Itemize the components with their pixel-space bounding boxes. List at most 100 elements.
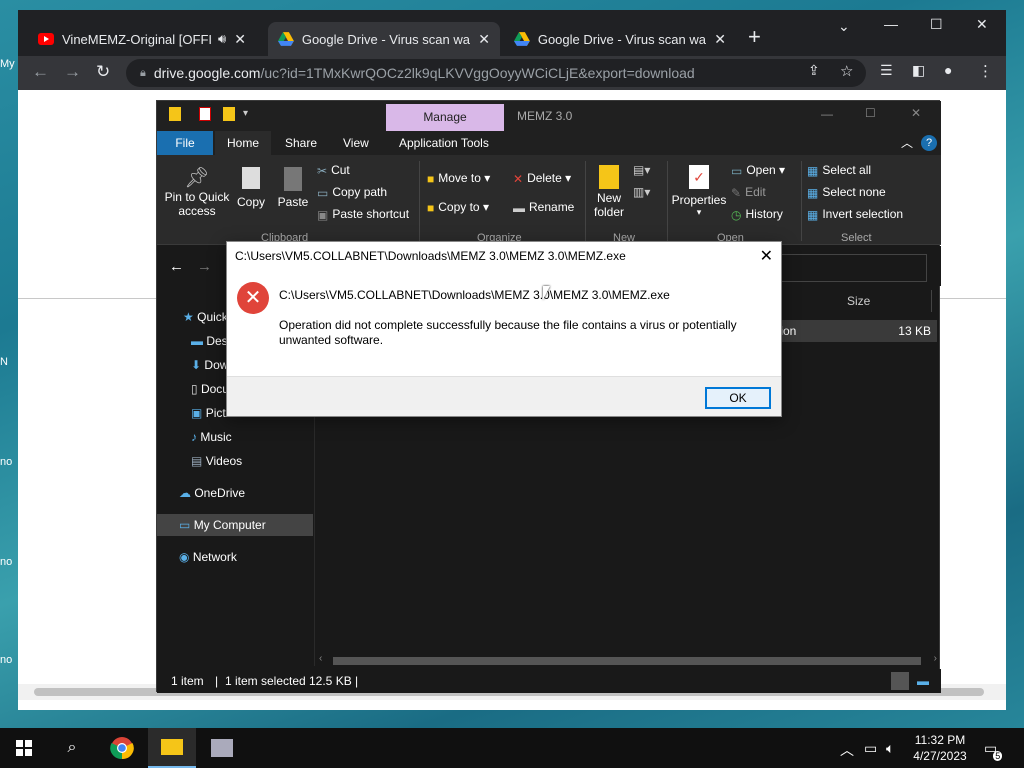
select-none-button[interactable]: ▦ Select none <box>807 185 886 200</box>
taskbar-file-explorer[interactable] <box>148 728 196 768</box>
paste-shortcut-button[interactable]: ▣ Paste shortcut <box>317 207 409 222</box>
media-icon[interactable]: ☰ <box>880 62 893 79</box>
tab-search-icon[interactable]: ⌄ <box>838 18 850 35</box>
reload-icon[interactable]: ↻ <box>96 62 110 82</box>
desktop-icon-label[interactable]: no <box>0 654 20 666</box>
close-window-icon[interactable]: ✕ <box>976 16 988 33</box>
close-window-icon[interactable]: ✕ <box>911 106 921 120</box>
new-folder-icon[interactable] <box>223 107 235 121</box>
close-icon[interactable]: ✕ <box>234 31 246 48</box>
rename-icon: ▬ <box>513 200 525 215</box>
move-to-button[interactable]: ■ Move to ▾ <box>427 171 490 186</box>
column-header-size[interactable]: Size <box>847 294 870 308</box>
close-icon[interactable]: ✕ <box>714 31 726 48</box>
close-icon[interactable]: ✕ <box>760 246 773 266</box>
divider <box>585 161 586 241</box>
properties-icon[interactable] <box>199 107 211 121</box>
maximize-icon[interactable]: ☐ <box>930 16 943 33</box>
tab-view[interactable]: View <box>331 131 381 155</box>
select-all-button[interactable]: ▦ Select all <box>807 163 871 178</box>
new-tab-button[interactable]: + <box>748 24 761 50</box>
taskbar-app[interactable] <box>198 728 246 768</box>
open-button[interactable]: ▭ Open ▾ <box>731 163 785 178</box>
horizontal-scrollbar[interactable]: ‹ › <box>317 653 939 668</box>
tab-manage[interactable]: Manage <box>386 104 504 131</box>
sidebar-item-onedrive[interactable]: ☁ OneDrive <box>157 482 313 504</box>
collapse-ribbon-icon[interactable]: ︿ <box>901 134 913 151</box>
share-icon[interactable]: ⇪ <box>808 62 820 79</box>
sidebar-item-network[interactable]: ◉ Network <box>157 546 313 568</box>
notifications-icon[interactable]: ▭5 <box>984 740 1006 761</box>
pin-to-quick-access-button[interactable]: 📌︎ Pin to Quick access <box>163 165 231 218</box>
tab-google-drive-active[interactable]: Google Drive - Virus scan warning ✕ <box>268 22 500 56</box>
tab-file[interactable]: File <box>157 131 213 155</box>
forward-icon[interactable]: → <box>197 258 212 275</box>
scrollbar-thumb[interactable] <box>333 657 921 665</box>
button-label: Paste shortcut <box>332 207 410 221</box>
close-icon[interactable]: ✕ <box>478 31 490 48</box>
scroll-right-icon[interactable]: › <box>934 653 937 664</box>
tab-share[interactable]: Share <box>273 131 329 155</box>
copy-path-button[interactable]: ▭ Copy path <box>317 185 387 200</box>
volume-icon[interactable]: 🔈︎ <box>886 740 894 757</box>
taskbar-chrome[interactable] <box>98 728 146 768</box>
google-drive-icon <box>514 32 530 46</box>
rename-button[interactable]: ▬ Rename <box>513 200 574 215</box>
edit-button[interactable]: ✎ Edit <box>731 185 766 200</box>
speaker-icon[interactable]: 🔊︎ <box>218 31 226 47</box>
delete-button[interactable]: ✕ Delete ▾ <box>513 171 571 186</box>
minimize-icon[interactable]: — <box>821 107 833 121</box>
sidebar-item-music[interactable]: ♪ Music <box>157 426 313 448</box>
new-item-icon[interactable]: ▤▾ <box>633 163 650 177</box>
bookmark-star-icon[interactable]: ☆ <box>840 62 853 80</box>
new-folder-button[interactable]: New folder <box>591 165 627 219</box>
show-hidden-icons[interactable]: ︿ <box>840 740 854 760</box>
copy-button[interactable]: Copy <box>233 165 269 209</box>
scroll-left-icon[interactable]: ‹ <box>319 653 322 664</box>
easy-access-icon[interactable]: ▥▾ <box>633 185 650 199</box>
sidebar-item-videos[interactable]: ▤ Videos <box>157 450 313 472</box>
side-panel-icon[interactable]: ◧ <box>912 62 925 79</box>
folder-icon[interactable] <box>169 107 181 121</box>
column-divider[interactable] <box>931 290 932 312</box>
lock-icon: 🔒︎ <box>140 66 146 79</box>
search-button[interactable]: ⌕ <box>48 728 96 768</box>
sidebar-item-label: Music <box>200 430 232 444</box>
folder-icon <box>599 165 619 189</box>
tab-youtube[interactable]: VineMEMZ-Original [OFFICIAL 🔊︎ ✕ <box>28 22 256 56</box>
forward-icon[interactable]: → <box>64 62 81 82</box>
profile-icon[interactable]: ● <box>944 62 952 78</box>
paste-button[interactable]: Paste <box>275 165 311 209</box>
tab-google-drive[interactable]: Google Drive - Virus scan warning ✕ <box>504 22 736 56</box>
copy-to-button[interactable]: ■ Copy to ▾ <box>427 200 489 215</box>
clock-date: 4/27/2023 <box>913 749 967 763</box>
invert-selection-button[interactable]: ▦ Invert selection <box>807 207 903 222</box>
clock[interactable]: 11:32 PM 4/27/2023 <box>906 732 974 764</box>
cut-button[interactable]: ✂︎ Cut <box>317 163 350 178</box>
select-none-icon: ▦ <box>807 185 819 200</box>
start-button[interactable] <box>0 728 48 768</box>
maximize-icon[interactable]: ☐ <box>865 106 876 120</box>
ok-button[interactable]: OK <box>705 387 771 409</box>
table-row[interactable]: tion 13 KB <box>765 320 937 342</box>
properties-button[interactable]: ✓ Properties ▾ <box>671 165 727 218</box>
tab-home[interactable]: Home <box>215 131 272 155</box>
address-bar[interactable]: 🔒︎ drive.google.com/uc?id=1TMxKwrQOCz2lk… <box>126 59 866 87</box>
back-icon[interactable]: ← <box>32 62 49 82</box>
large-icons-view-icon[interactable]: ▬ <box>917 669 929 693</box>
sidebar-item-my-computer[interactable]: ▭ My Computer <box>157 514 313 536</box>
qat-dropdown-icon[interactable]: ▾ <box>243 108 248 119</box>
search-box[interactable] <box>777 254 927 282</box>
minimize-icon[interactable]: — <box>884 16 898 32</box>
help-icon[interactable]: ? <box>921 135 937 151</box>
desktop-icon-label[interactable]: no <box>0 556 20 568</box>
desktop-icon-label[interactable]: no <box>0 456 20 468</box>
details-view-icon[interactable] <box>891 672 909 690</box>
back-icon[interactable]: ← <box>169 258 184 275</box>
network-tray-icon[interactable]: ▭ <box>864 740 877 757</box>
history-button[interactable]: ◷ History <box>731 207 783 222</box>
tab-application-tools[interactable]: Application Tools <box>387 131 501 155</box>
menu-icon[interactable]: ⋮ <box>978 62 993 80</box>
desktop-icon-label[interactable]: N <box>0 356 20 368</box>
desktop-icon-label[interactable]: My <box>0 58 20 70</box>
